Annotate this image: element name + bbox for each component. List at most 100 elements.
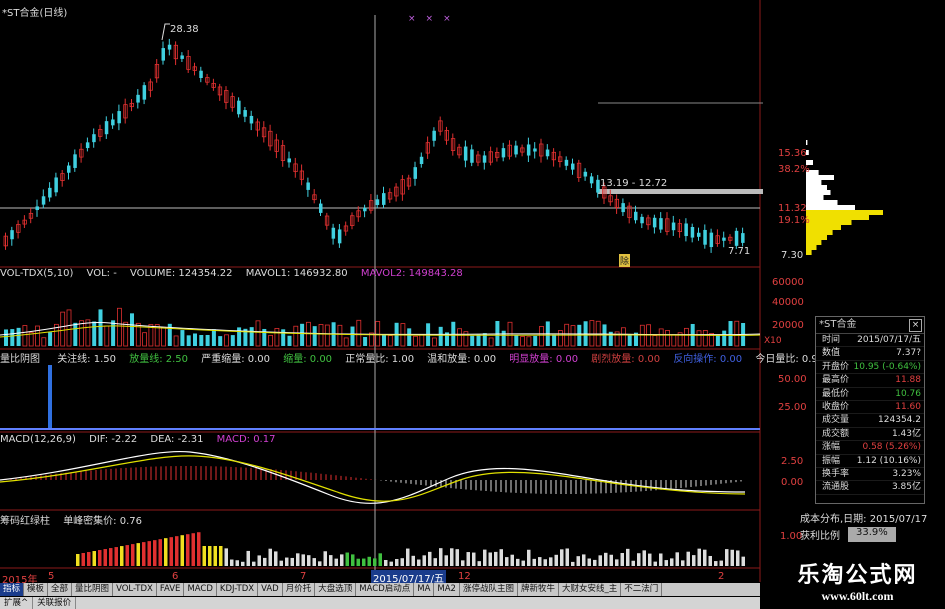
candle-body <box>564 159 569 166</box>
close-icon[interactable]: × <box>909 319 922 332</box>
candle-body <box>180 55 184 59</box>
chip-bar <box>268 548 272 566</box>
volume-bar <box>237 327 242 346</box>
volume-bar <box>268 334 274 347</box>
ratio-value: 正常量比: 1.00 <box>345 354 415 365</box>
chip-bar <box>351 554 355 566</box>
indicator-tab[interactable]: 全部 <box>48 583 73 596</box>
ratio-value: 缩量: 0.00 <box>283 354 333 365</box>
indicator-tab[interactable]: VOL-TDX <box>113 583 157 596</box>
indicator-tab[interactable]: FAVE <box>157 583 185 596</box>
chip-bar <box>488 552 492 566</box>
candle-body <box>136 94 140 103</box>
chip-bar <box>356 558 360 566</box>
indicator-tab[interactable]: 涨停战队主图 <box>460 583 518 596</box>
sub-tab-bar[interactable]: 扩展^ 关联报价 <box>0 597 760 609</box>
signal-marker: × <box>443 14 461 24</box>
volume-bar <box>111 320 116 346</box>
info-panel-header: *ST合金 × <box>816 317 924 334</box>
indicator-tab[interactable]: 大财女安线_主 <box>559 583 622 596</box>
indicator-tab[interactable]: VAD <box>258 583 283 596</box>
indicator-tab[interactable]: MA2 <box>434 583 460 596</box>
ratio-value: 剧烈放量: 0.00 <box>591 354 661 365</box>
volume-bar <box>382 334 386 346</box>
signal-marker: × <box>425 14 444 24</box>
chip-bar <box>510 554 514 566</box>
indicator-tab[interactable]: MACD <box>184 583 217 596</box>
chip-bar <box>692 555 696 566</box>
ratio-value: 反向操作: 0.00 <box>673 354 743 365</box>
candle-body <box>92 134 96 143</box>
info-row-value: 11.60 <box>895 401 921 412</box>
volume-bar <box>92 321 97 346</box>
indicator-tab[interactable]: 模板 <box>24 583 49 596</box>
chip-bar <box>257 555 261 566</box>
chip-bar <box>670 558 674 566</box>
chip-bar <box>307 555 311 566</box>
candle-body <box>621 203 625 213</box>
chip-bar <box>230 559 234 566</box>
chip-bar <box>631 560 635 566</box>
chip-bar <box>571 561 575 566</box>
chip-bar <box>560 549 564 566</box>
volume-bar <box>186 335 191 346</box>
time-axis-label: 12 <box>458 571 471 582</box>
chip-bar <box>400 558 404 566</box>
ratio-value: 温和放量: 0.00 <box>427 354 497 365</box>
indicator-tab[interactable]: 不二法门 <box>621 583 663 596</box>
info-row-key: 最低价 <box>822 388 850 399</box>
chip-bar <box>593 559 597 566</box>
indicator-tab[interactable]: 牌新牧牛 <box>518 583 559 596</box>
chip-distribution-bar <box>806 210 883 215</box>
profit-ratio-value: 33.9% <box>848 527 896 542</box>
indicator-tab[interactable]: MACD启动点 <box>356 583 415 596</box>
indicator-tab[interactable]: 大盘选顶 <box>315 583 357 596</box>
candle-body <box>652 217 657 228</box>
sub-tab[interactable]: 关联报价 <box>33 597 77 609</box>
candle-body <box>306 182 310 190</box>
volume-axis-multiplier: X10 <box>764 336 782 346</box>
volume-bar <box>205 334 210 346</box>
cost-distribution-title: 成本分布,日期: 2015/07/17 <box>800 510 945 525</box>
chip-distribution-bar <box>806 185 827 190</box>
indicator-tab-bar[interactable]: 指标 模板 全部 量比阴图 VOL-TDX FAVE MACD KDJ-TDX VAD 月价托 大盘… <box>0 583 760 596</box>
chip-axis-tick: 1.00 <box>780 531 803 542</box>
chip-bar <box>516 558 520 566</box>
time-axis-label: 6 <box>172 571 179 582</box>
indicator-tab[interactable]: 月价托 <box>283 583 316 596</box>
candle-body <box>463 146 468 161</box>
indicator-tab[interactable]: MA <box>414 583 435 596</box>
quote-info-panel[interactable]: *ST合金 × 时间 2015/07/17/五 数值 7.37? 开盘价 10.95 (-… <box>815 316 925 504</box>
indicator-tab[interactable]: 量比阴图 <box>72 583 114 596</box>
chip-bar <box>158 539 162 566</box>
chip-bar <box>213 546 217 566</box>
chip-bar <box>708 555 712 566</box>
chip-bar <box>224 548 228 566</box>
volume-axis-tick: 60000 <box>772 277 804 288</box>
candle-body <box>142 85 147 100</box>
chip-bar <box>76 554 80 566</box>
chip-distribution-bar <box>806 175 834 180</box>
volume-bar <box>702 330 708 347</box>
chip-distribution-bar <box>806 190 831 195</box>
volume-bar <box>199 335 204 346</box>
sub-tab[interactable]: 扩展^ <box>0 597 34 609</box>
candle-body <box>501 148 506 158</box>
volume-bar <box>180 330 185 346</box>
info-row-key: 时间 <box>822 335 841 345</box>
chip-bar <box>741 556 745 566</box>
candle-body <box>703 229 707 245</box>
volume-bar <box>438 326 443 346</box>
candle-body <box>287 158 291 163</box>
info-row-key: 收盘价 <box>822 401 850 412</box>
chip-distribution-bar <box>806 195 824 200</box>
candle-body <box>85 142 90 149</box>
volume-bar <box>419 334 425 347</box>
candle-body <box>659 218 663 230</box>
indicator-tab[interactable]: 指标 <box>0 583 25 596</box>
chip-bar <box>318 561 322 566</box>
indicator-tab[interactable]: KDJ-TDX <box>217 583 259 596</box>
chip-bar <box>543 559 547 566</box>
candle-body <box>73 154 77 168</box>
cost-distribution-box: 成本分布,日期: 2015/07/17 获利比例 33.9% <box>800 510 945 550</box>
